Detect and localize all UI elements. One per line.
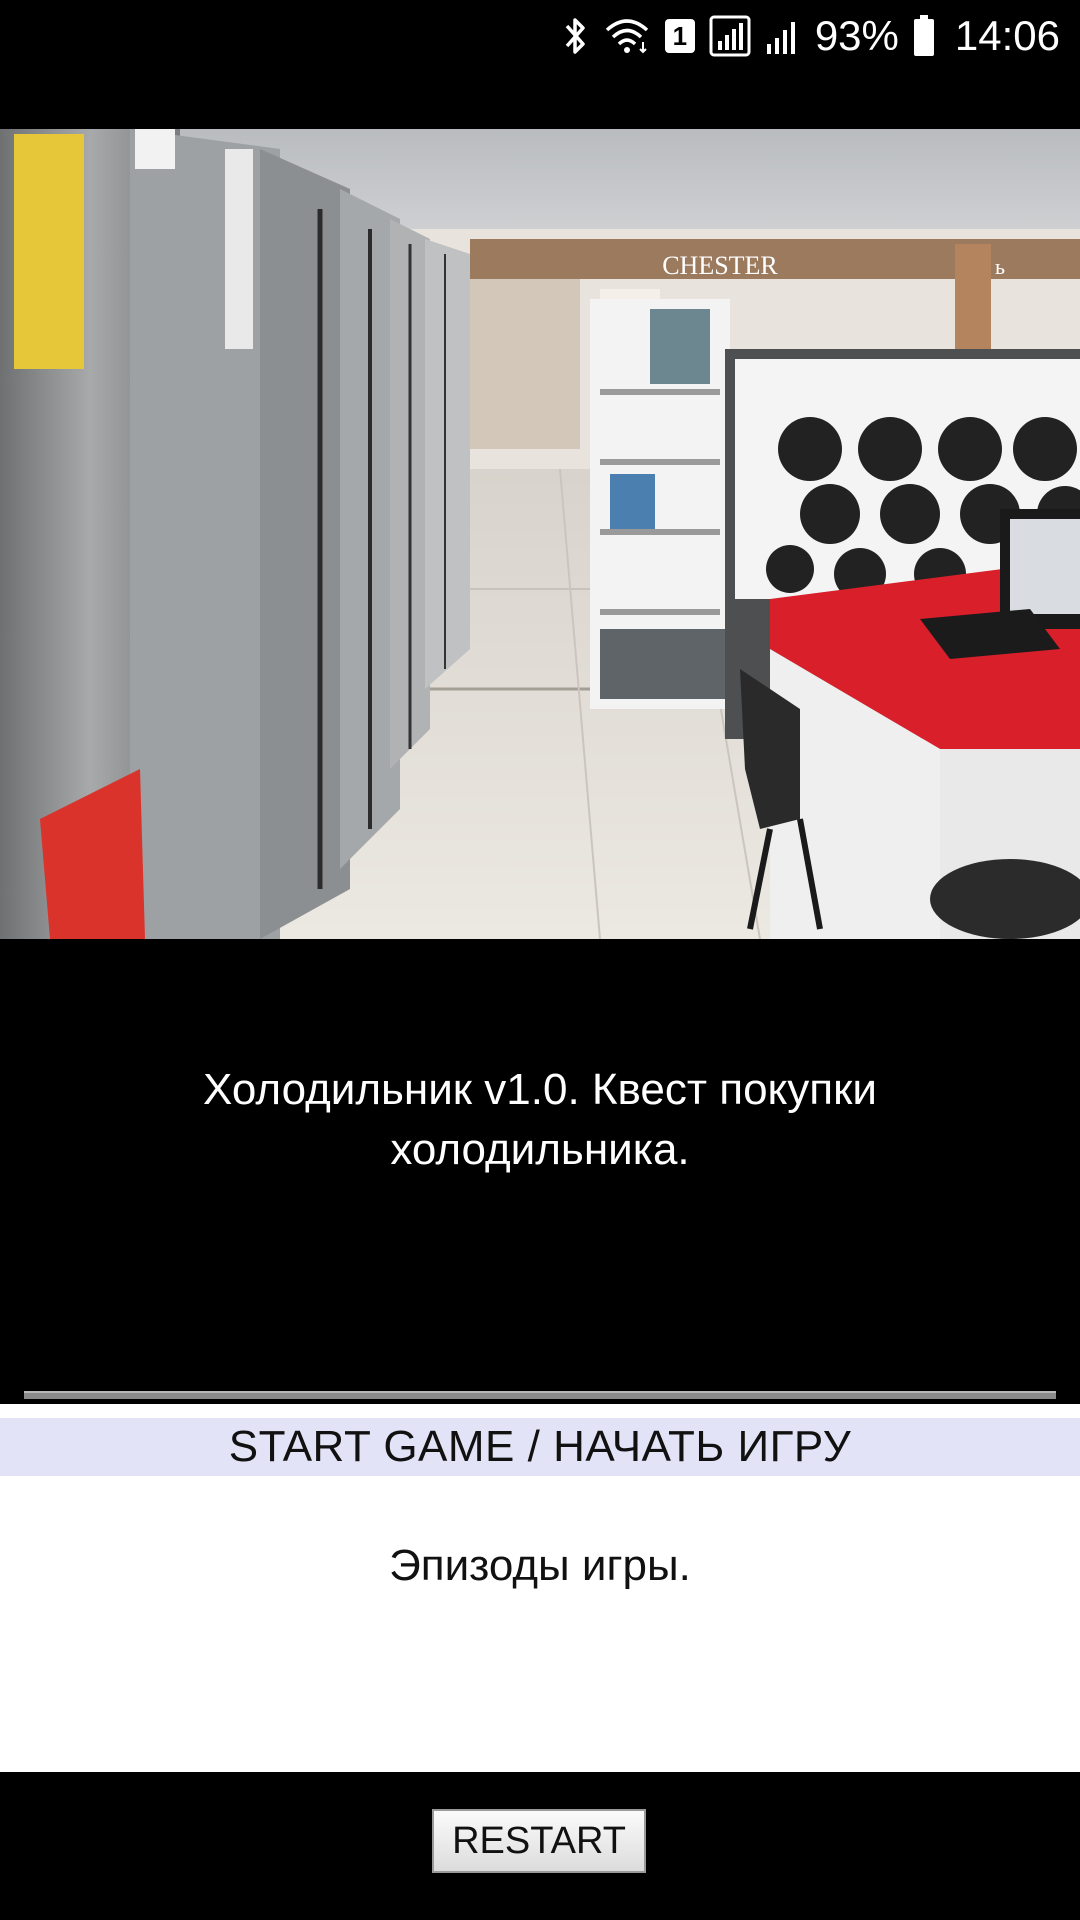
divider bbox=[24, 1391, 1056, 1399]
sim-icon: 1 bbox=[664, 19, 695, 53]
signal-icon bbox=[766, 22, 795, 54]
store-photo: CHESTER ь bbox=[0, 129, 1080, 939]
clock: 14:06 bbox=[954, 12, 1060, 59]
episodes-link[interactable]: Эпизоды игры. bbox=[0, 1536, 1080, 1596]
restart-button[interactable]: RESTART bbox=[432, 1809, 646, 1873]
store-sign-right: ь bbox=[995, 254, 1005, 279]
game-scene-image: CHESTER ь bbox=[0, 129, 1080, 939]
status-bar: 1 93% 14:06 bbox=[0, 0, 1080, 72]
bluetooth-icon bbox=[565, 18, 585, 54]
store-sign: CHESTER bbox=[662, 251, 778, 280]
game-title-text: Холодильник v1.0. Квест покупки холодиль… bbox=[203, 1065, 877, 1174]
start-game-button[interactable]: START GAME / НАЧАТЬ ИГРУ bbox=[0, 1418, 1080, 1476]
signal-icon bbox=[709, 15, 751, 57]
status-icons: 1 93% 14:06 bbox=[561, 10, 1060, 62]
wifi-icon bbox=[605, 19, 648, 54]
battery-icon bbox=[913, 15, 934, 56]
battery-percent: 93% bbox=[814, 12, 899, 59]
